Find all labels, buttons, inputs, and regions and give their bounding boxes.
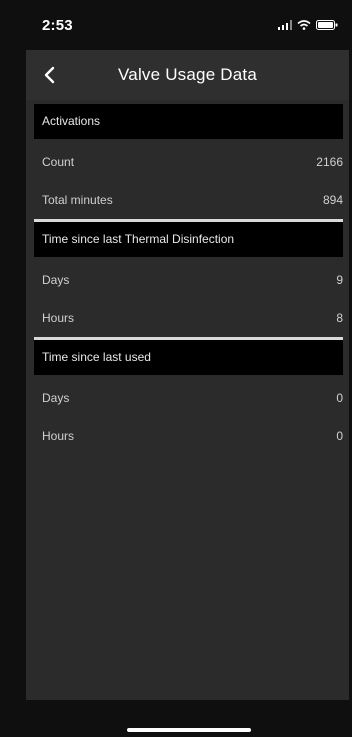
phone-screen: 2:53 Valve Usage Data Activations Count … [0,0,352,737]
row-value: 894 [322,193,343,207]
row-value: 0 [336,429,343,443]
section-header-last-used: Time since last used [34,340,343,375]
row-label: Total minutes [42,193,113,207]
list-item-last-used-hours: Hours 0 [34,417,343,455]
row-label: Count [42,155,75,169]
page-title: Valve Usage Data [118,65,257,84]
cellular-signal-icon [278,20,292,30]
wifi-icon [297,20,311,30]
row-label: Days [42,391,70,405]
status-icons [278,19,338,31]
list-item-total-minutes: Total minutes 894 [34,181,343,219]
row-value: 0 [336,391,343,405]
home-indicator[interactable] [127,728,251,732]
list-item-last-used-days: Days 0 [34,379,343,417]
usage-content: Activations Count 2166 Total minutes 894… [34,104,343,455]
battery-icon [316,20,338,30]
status-time: 2:53 [42,17,73,34]
row-value: 9 [336,273,343,287]
list-item-count: Count 2166 [34,143,343,181]
row-label: Days [42,273,70,287]
section-header-activations: Activations [34,104,343,139]
app-panel: Valve Usage Data Activations Count 2166 … [26,50,349,700]
nav-bar: Valve Usage Data [26,50,349,100]
status-bar: 2:53 [0,0,352,50]
row-value: 8 [336,311,343,325]
list-item-thermal-days: Days 9 [34,261,343,299]
row-label: Hours [42,311,75,325]
row-value: 2166 [316,155,343,169]
list-item-thermal-hours: Hours 8 [34,299,343,337]
row-label: Hours [42,429,75,443]
section-header-thermal: Time since last Thermal Disinfection [34,222,343,257]
